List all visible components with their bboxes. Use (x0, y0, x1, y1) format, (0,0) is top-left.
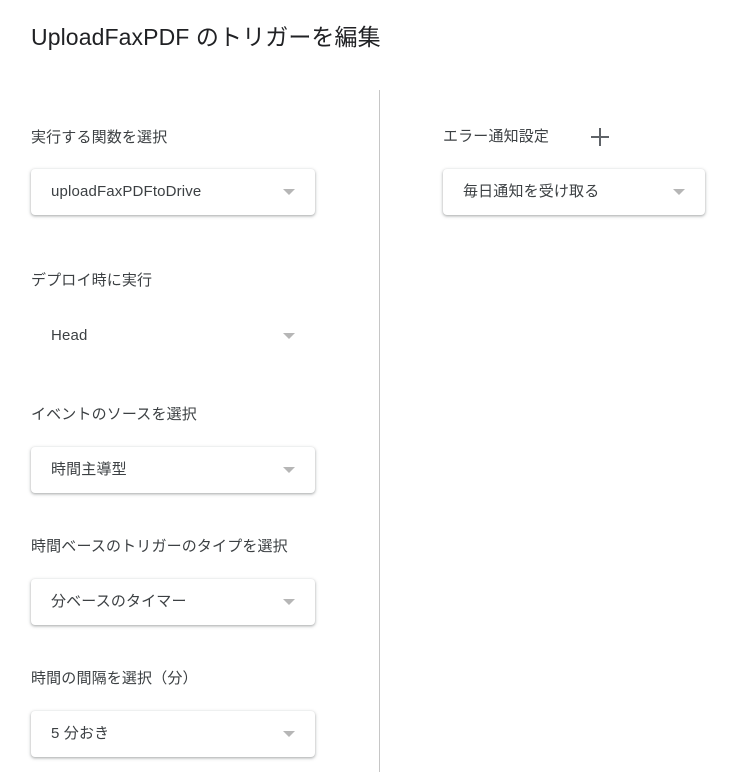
field-interval-select: 時間の間隔を選択（分） 5 分おき (31, 668, 351, 757)
page-title: UploadFaxPDF のトリガーを編集 (31, 24, 381, 50)
dialog-body: 実行する関数を選択 uploadFaxPDFtoDrive デプロイ時に実行 H… (0, 90, 738, 774)
select-function[interactable]: uploadFaxPDFtoDrive (31, 169, 315, 215)
select-event-source-value: 時間主導型 (51, 461, 127, 478)
select-event-source[interactable]: 時間主導型 (31, 447, 315, 493)
select-interval-value: 5 分おき (51, 725, 110, 742)
chevron-down-icon (673, 189, 685, 195)
chevron-down-icon (283, 731, 295, 737)
field-event-source-select: イベントのソースを選択 時間主導型 (31, 404, 331, 493)
select-deployment-value: Head (51, 327, 88, 344)
left-column: 実行する関数を選択 uploadFaxPDFtoDrive デプロイ時に実行 H… (0, 90, 379, 774)
field-error-notification-select: エラー通知設定 毎日通知を受け取る (443, 126, 733, 215)
select-trigger-type[interactable]: 分ベースのタイマー (31, 579, 315, 625)
chevron-down-icon (283, 467, 295, 473)
field-label-trigger-type: 時間ベースのトリガーのタイプを選択 (31, 538, 288, 555)
plus-icon[interactable] (591, 128, 610, 146)
field-function-select: 実行する関数を選択 uploadFaxPDFtoDrive (31, 127, 331, 215)
select-error-notification-value: 毎日通知を受け取る (463, 183, 600, 200)
field-label-error-notification: エラー通知設定 (443, 128, 550, 145)
select-function-value: uploadFaxPDFtoDrive (51, 183, 202, 200)
select-error-notification[interactable]: 毎日通知を受け取る (443, 169, 705, 215)
field-label-interval: 時間の間隔を選択（分） (31, 670, 198, 687)
field-label-event-source: イベントのソースを選択 (31, 406, 197, 423)
select-trigger-type-value: 分ベースのタイマー (51, 593, 187, 610)
select-interval[interactable]: 5 分おき (31, 711, 315, 757)
chevron-down-icon (283, 189, 295, 195)
chevron-down-icon (283, 599, 295, 605)
field-label-deployment: デプロイ時に実行 (31, 272, 153, 289)
field-label-function: 実行する関数を選択 (31, 129, 168, 146)
chevron-down-icon (283, 333, 295, 339)
select-deployment[interactable]: Head (31, 313, 315, 359)
right-column: エラー通知設定 毎日通知を受け取る (380, 90, 738, 774)
field-trigger-type-select: 時間ベースのトリガーのタイプを選択 分ベースのタイマー (31, 536, 351, 625)
error-notification-label-row: エラー通知設定 (443, 126, 733, 148)
field-deployment-select: デプロイ時に実行 Head (31, 270, 331, 359)
